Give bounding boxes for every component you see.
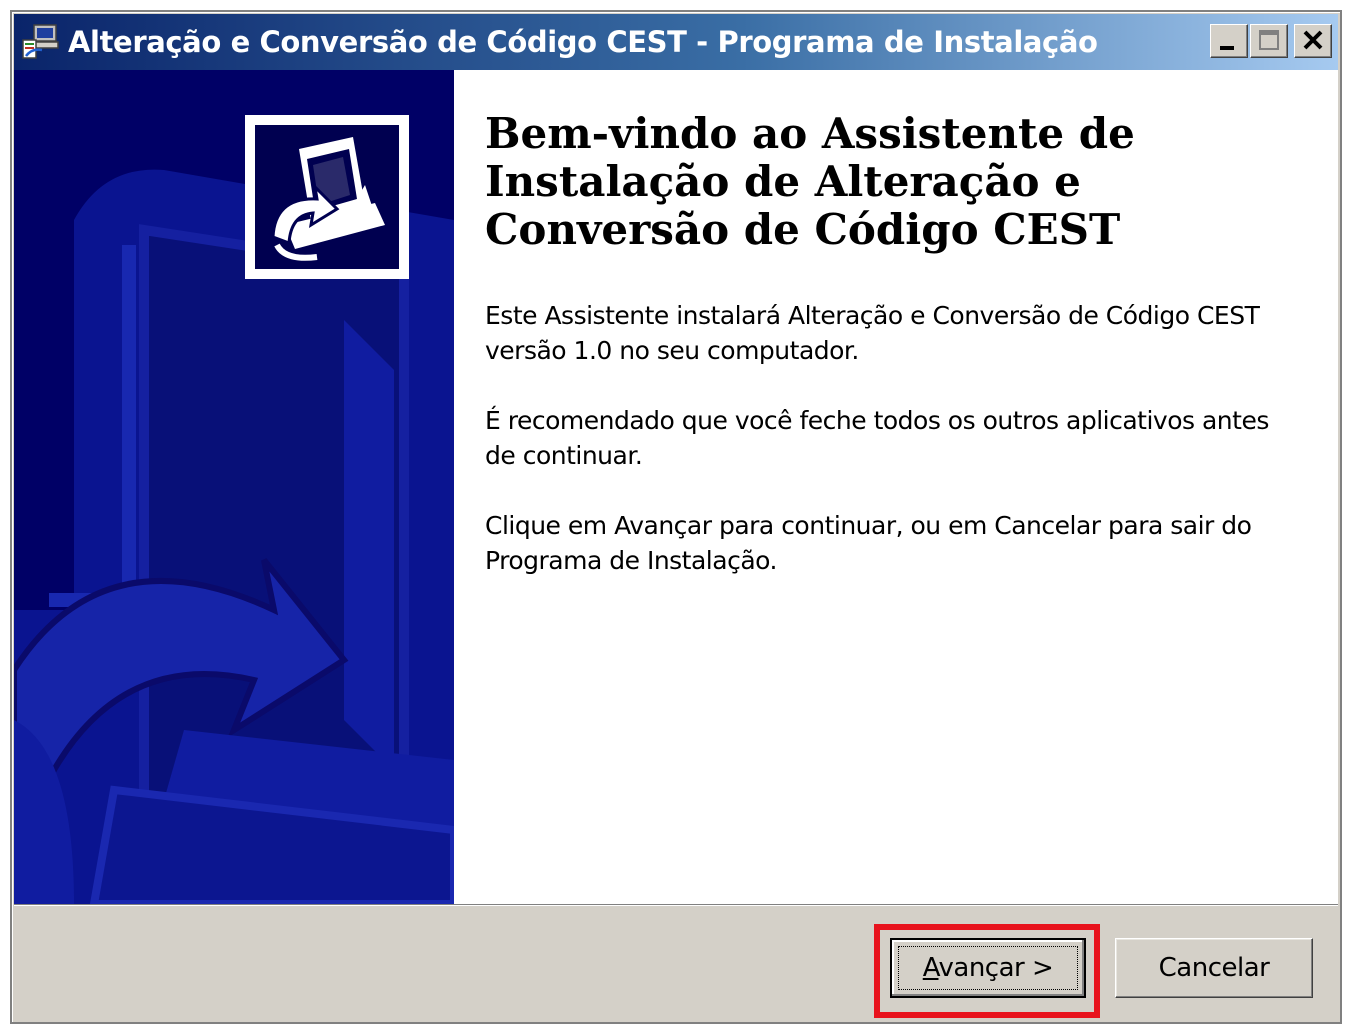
page-title: Bem-vindo ao Assistente de Instalação de… — [485, 109, 1135, 254]
recommendation-text: É recomendado que você feche todos os ou… — [485, 406, 1269, 470]
installer-icon[interactable] — [20, 22, 60, 62]
focus-ring — [898, 946, 1078, 990]
intro-text: Este Assistente instalará Alteração e Co… — [485, 301, 1260, 365]
cancel-button-label: Cancelar — [1158, 953, 1270, 983]
installer-window: Alteração e Conversão de Código CEST - P… — [10, 10, 1342, 1024]
wizard-side-image — [14, 70, 454, 904]
cancel-button[interactable]: Cancelar — [1115, 938, 1313, 998]
wizard-body: Bem-vindo ao Assistente de Instalação de… — [14, 70, 1338, 904]
computer-install-icon — [255, 125, 399, 269]
maximize-icon[interactable] — [1250, 24, 1288, 58]
next-button[interactable]: Avançar > — [890, 938, 1086, 998]
close-icon[interactable] — [1294, 24, 1332, 58]
footer-divider — [14, 904, 1338, 906]
minimize-icon[interactable] — [1210, 24, 1248, 58]
window-title: Alteração e Conversão de Código CEST - P… — [68, 25, 1098, 59]
window-controls — [1210, 24, 1332, 58]
setup-logo — [245, 115, 409, 279]
instruction-text: Clique em Avançar para continuar, ou em … — [485, 511, 1252, 575]
wizard-content: Bem-vindo ao Assistente de Instalação de… — [485, 110, 1295, 578]
title-bar[interactable]: Alteração e Conversão de Código CEST - P… — [14, 14, 1338, 70]
